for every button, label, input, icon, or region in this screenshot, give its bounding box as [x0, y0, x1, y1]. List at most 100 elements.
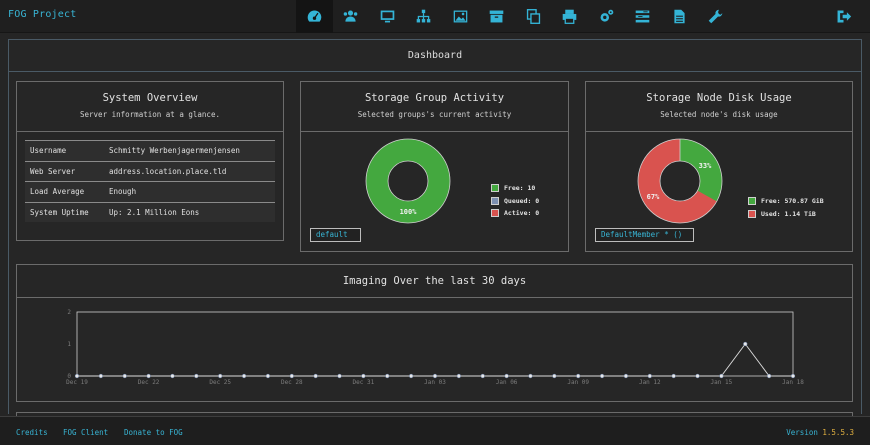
legend-item: Queued: 0 — [491, 195, 539, 208]
free-slice — [366, 139, 450, 223]
data-point — [122, 373, 127, 379]
credits-link[interactable]: Credits — [16, 428, 48, 437]
footer: Credits FOG Client Donate to FOG Version… — [0, 416, 870, 445]
data-point — [218, 373, 223, 379]
data-point — [289, 373, 294, 379]
table-row: System Uptime Up: 2.1 Million Eons — [25, 201, 275, 222]
data-point — [74, 373, 80, 379]
data-point — [385, 373, 390, 379]
copy-icon — [526, 9, 540, 24]
data-point — [647, 373, 652, 379]
wrench-icon — [708, 9, 723, 24]
nav-tasks[interactable] — [625, 0, 662, 33]
panel-title: System Overview — [102, 92, 198, 104]
version-label: Version — [786, 428, 818, 437]
data-point — [409, 373, 414, 379]
row-key: Load Average — [30, 187, 85, 197]
y-tick-label: 2 — [67, 309, 71, 316]
nav-service[interactable] — [588, 0, 625, 33]
system-overview-panel: System Overview Server information at a … — [16, 81, 284, 241]
data-point — [623, 373, 629, 379]
x-tick-label: Jan 09 — [567, 379, 589, 386]
legend-label: Free: 570.87 GiB — [761, 197, 824, 206]
data-point — [241, 373, 247, 379]
nav-users[interactable] — [333, 0, 370, 33]
storage-node-disk-usage-panel: Storage Node Disk Usage Selected node's … — [585, 81, 853, 252]
row-key: Username — [30, 146, 67, 156]
nav-printers[interactable] — [552, 0, 589, 33]
y-tick-label: 1 — [67, 341, 71, 348]
fog-client-link[interactable]: FOG Client — [63, 428, 108, 437]
imaging-line-chart: 012Dec 19 Dec 22 Dec 25 Dec 28 Dec 31 Jan 03 J… — [66, 309, 804, 386]
data-point — [719, 373, 724, 379]
nav-images[interactable] — [442, 0, 479, 33]
x-tick-label: Dec 22 — [138, 379, 160, 386]
panel-subtitle: Selected node's disk usage — [660, 110, 778, 119]
used-slice-label: 67% — [647, 193, 660, 201]
data-point — [767, 373, 772, 379]
overview-table: Username Schmitty Werbenjagermenjensen W… — [25, 140, 275, 222]
users-icon — [343, 10, 358, 22]
printer-icon — [562, 9, 577, 24]
brand-link[interactable]: FOG Project — [8, 9, 76, 20]
storage-group-activity-panel: Storage Group Activity Selected groups's… — [300, 81, 569, 252]
storage-group-select[interactable]: default — [310, 228, 361, 242]
imaging-history-panel: Imaging Over the last 30 days 0 1 2 Dec 19 D… — [16, 264, 853, 402]
data-point — [432, 373, 438, 379]
row-key: Web Server — [30, 166, 76, 176]
activity-donut-chart: 100% — [365, 138, 451, 224]
tasks-icon — [635, 10, 650, 23]
storage-node-select[interactable]: DefaultMember * () — [595, 228, 694, 242]
nav-storage[interactable] — [479, 0, 516, 33]
page-title: Dashboard — [9, 40, 861, 72]
version-number: 1.5.5.3 — [822, 428, 854, 437]
data-point — [552, 373, 557, 379]
sitemap-icon — [416, 9, 431, 23]
donut-inner-outline — [659, 160, 701, 202]
legend-label: Used: 1.14 TiB — [761, 209, 816, 218]
nav-dashboard[interactable] — [296, 0, 333, 33]
x-tick-label: Dec 31 — [353, 379, 375, 386]
x-tick-label: Dec 19 — [66, 379, 88, 386]
plot-area — [76, 311, 794, 377]
legend-swatch — [491, 184, 499, 193]
data-point — [576, 373, 581, 379]
data-point — [695, 373, 700, 379]
x-tick-label: Jan 06 — [496, 379, 518, 386]
top-navbar: FOG Project — [0, 0, 870, 33]
nav-reports[interactable] — [661, 0, 698, 33]
legend-item: Free: 10 — [491, 182, 539, 195]
donate-link[interactable]: Donate to FOG — [124, 428, 183, 437]
nav-settings[interactable] — [698, 0, 735, 33]
free-slice-label: 33% — [699, 162, 712, 170]
data-point — [671, 373, 676, 379]
row-value: address.location.place.tld — [109, 166, 227, 176]
row-key: System Uptime — [30, 207, 89, 217]
legend-swatch — [491, 196, 499, 205]
data-point — [599, 373, 605, 379]
legend-swatch — [748, 209, 756, 218]
data-point — [265, 373, 271, 379]
row-value: Up: 2.1 Million Eons — [109, 207, 200, 217]
table-row: Web Server address.location.place.tld — [25, 160, 275, 181]
panel-title: Imaging Over the last 30 days — [342, 275, 527, 287]
activity-legend: Free: 10 Queued: 0 Active: 0 — [491, 182, 539, 220]
panel-subtitle: Server information at a glance. — [80, 110, 220, 119]
nav-groups[interactable] — [406, 0, 443, 33]
disk-donut-chart: 33% 67% — [637, 138, 723, 224]
x-tick-label: Dec 28 — [281, 379, 303, 386]
row-value: Enough — [109, 187, 137, 197]
data-point — [194, 373, 199, 379]
data-point — [361, 373, 366, 379]
nav-hosts[interactable] — [369, 0, 406, 33]
data-point — [528, 373, 533, 379]
donut-inner-outline — [387, 160, 429, 202]
panel-title: Storage Node Disk Usage — [646, 92, 792, 104]
monitor-icon — [380, 10, 395, 23]
nav-snapins[interactable] — [515, 0, 552, 33]
x-tick-label: Jan 03 — [424, 379, 446, 386]
data-point — [480, 373, 485, 379]
panel-header: Imaging Over the last 30 days — [17, 265, 852, 298]
data-point — [790, 373, 796, 379]
logout-icon[interactable] — [835, 8, 852, 25]
